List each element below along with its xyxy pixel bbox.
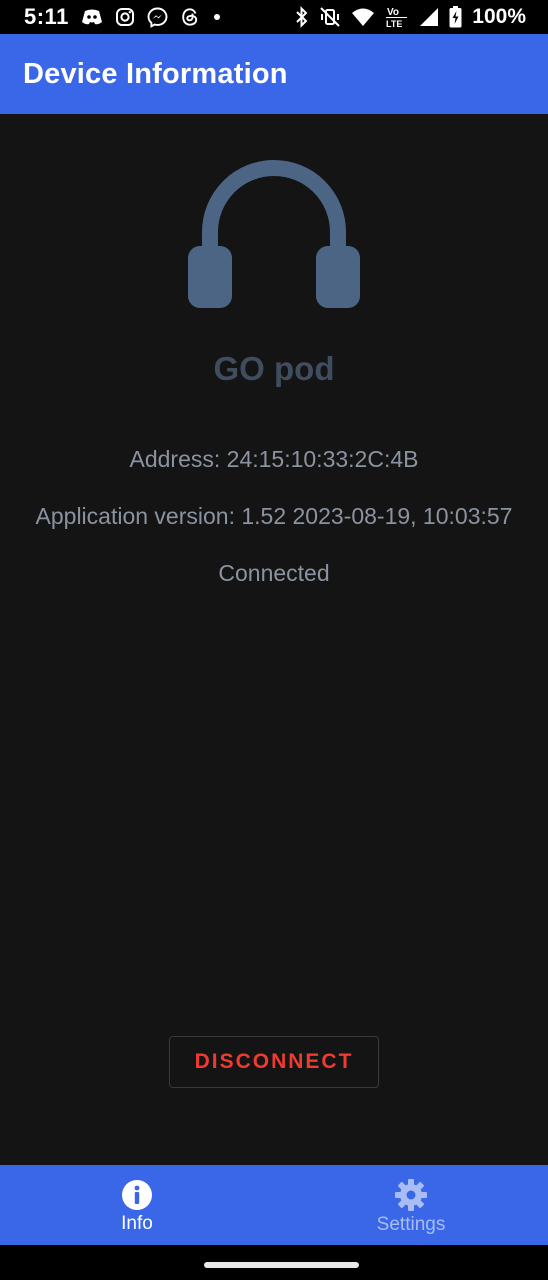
page-title: Device Information (23, 57, 288, 90)
nav-tab-info[interactable]: Info (0, 1165, 274, 1245)
instagram-icon (115, 7, 135, 27)
headphones-icon (186, 152, 362, 312)
battery-percent: 100% (472, 5, 526, 28)
app-bar: Device Information (0, 34, 548, 114)
status-left-group: 5:11 (24, 4, 222, 30)
status-time: 5:11 (24, 4, 69, 29)
device-address: Address: 24:15:10:33:2C:4B (129, 446, 419, 472)
gesture-navigation-area (0, 1245, 548, 1280)
signal-icon (419, 7, 439, 27)
status-bar: 5:11 Vo LTE 100% (0, 0, 548, 34)
vibrate-off-icon (319, 6, 341, 28)
disconnect-button[interactable]: DISCONNECT (169, 1036, 379, 1088)
screen: 5:11 Vo LTE 100% Device Information GO p… (0, 0, 548, 1280)
connection-status: Connected (218, 560, 330, 586)
dot-icon (212, 12, 222, 22)
nav-label-settings: Settings (376, 1214, 446, 1235)
threads-icon (180, 7, 200, 27)
status-right-group: Vo LTE 100% (295, 5, 526, 29)
device-info-content: GO pod Address: 24:15:10:33:2C:4B Applic… (0, 114, 548, 1165)
nav-tab-settings[interactable]: Settings (274, 1165, 548, 1245)
info-icon (121, 1179, 153, 1211)
gear-icon (394, 1178, 428, 1212)
bluetooth-icon (295, 6, 309, 28)
svg-text:LTE: LTE (386, 19, 402, 29)
home-indicator[interactable] (204, 1262, 359, 1268)
device-name: GO pod (213, 350, 335, 387)
volte-icon: Vo LTE (385, 5, 409, 29)
application-version: Application version: 1.52 2023-08-19, 10… (35, 503, 513, 529)
discord-icon (81, 8, 103, 26)
battery-charging-icon (449, 6, 462, 28)
wifi-icon (351, 7, 375, 27)
svg-text:Vo: Vo (387, 7, 399, 18)
messenger-icon (147, 7, 168, 28)
bottom-navigation: Info Settings (0, 1165, 548, 1245)
nav-label-info: Info (121, 1213, 153, 1234)
